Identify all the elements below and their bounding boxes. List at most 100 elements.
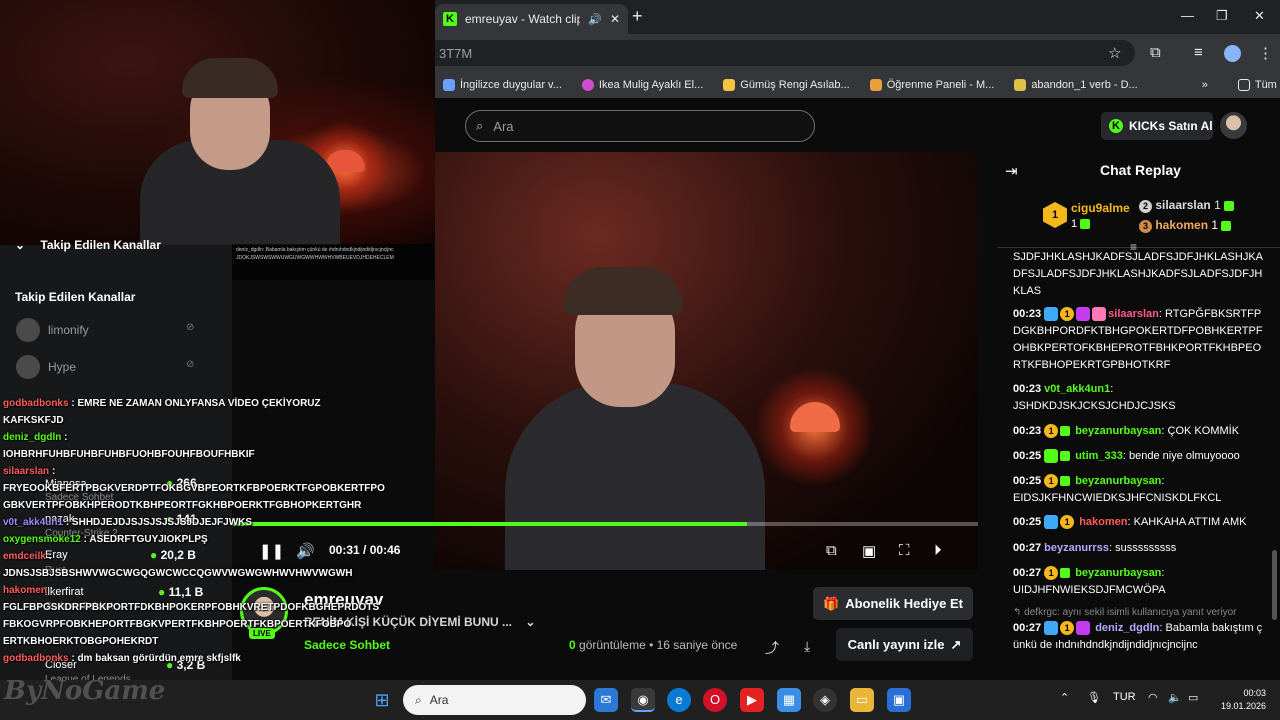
overlay-chat-line: ERTKBHOERKTOBGPOHEKRDT <box>3 636 158 647</box>
gift-sub-icon <box>1060 476 1071 487</box>
share-icon[interactable]: ⤴ <box>765 638 779 658</box>
leader-name[interactable]: cigu9alme <box>1071 201 1130 215</box>
clock[interactable]: 00:03 19.01.2026 <box>1216 687 1266 713</box>
new-tab-icon[interactable]: + <box>632 6 643 27</box>
chat-username[interactable]: silaarslan <box>1108 308 1159 320</box>
battery-icon[interactable]: ▭ <box>1188 691 1198 704</box>
kick-favicon-icon: K <box>443 12 457 26</box>
bookmark-item[interactable]: abandon_1 verb - D... <box>1014 79 1138 91</box>
bookmark-item[interactable]: Öğrenme Paneli - M... <box>869 79 994 91</box>
overlay-chat-text: ERTKBHOERKTOBGPOHEKRDT <box>3 636 159 647</box>
chat-message: 00:25 1 beyzanurbaysan: EIDSJKFHNCWIEDKSJ… <box>1013 474 1222 504</box>
divider <box>997 247 1280 248</box>
chat-username[interactable]: hakomen <box>1079 516 1127 528</box>
streamer-hair <box>182 58 278 98</box>
extensions-icon[interactable]: ⧉ <box>1150 44 1161 61</box>
wifi-icon[interactable]: ◠ <box>1148 691 1158 704</box>
chat-scrollbar[interactable] <box>1272 550 1277 620</box>
chat-username[interactable]: utim_333 <box>1075 450 1123 462</box>
file-explorer-icon[interactable]: ▭ <box>850 688 874 712</box>
speaker-icon[interactable]: 🔊 <box>588 13 602 26</box>
video-player[interactable] <box>435 152 978 570</box>
overlay-chat-line: JDNSJSBJSBSHWVWGCWGQGWCWCCQGWVWGWGWHWVHW… <box>3 568 352 579</box>
category-link[interactable]: Sadece Sohbet <box>304 638 390 652</box>
overlay-chat-line: KAFKSKFJD <box>3 415 64 426</box>
bookmark-item[interactable]: İngilizce duygular v... <box>443 79 562 91</box>
bookmark-star-icon[interactable]: ☆ <box>1108 44 1121 62</box>
overlay-chat-line: oxygensmoke12 : ASEDRFTGUYJIOKPLPŞ <box>3 534 208 545</box>
bookmark-item[interactable]: Gümüş Rengi Asılab... <box>723 79 850 91</box>
volume-icon[interactable]: 🔈 <box>1168 691 1182 704</box>
pip-icon[interactable]: ⧉ <box>826 542 837 559</box>
overlay-chat-text: JDNSJSBJSBSHWVWGCWGQGWCWCCQGWVWGWGWHWVHW… <box>3 568 353 579</box>
folder-icon <box>1237 79 1250 91</box>
media-control-icon[interactable]: ≡ <box>1194 44 1203 61</box>
app-icon[interactable]: ▣ <box>887 688 911 712</box>
user-avatar[interactable] <box>1220 112 1247 139</box>
rank-3-badge: 3 <box>1139 220 1152 233</box>
microphone-icon[interactable]: 🎙 <box>1087 691 1101 704</box>
windows-start-icon[interactable]: ⊞ <box>370 688 394 712</box>
overlay-chat-username: godbadbonks <box>3 653 69 664</box>
playback-speed-icon[interactable]: ⏵ <box>934 542 942 559</box>
chrome-icon[interactable]: ◉ <box>631 688 655 712</box>
tray-chevron-icon[interactable]: ⌃ <box>1060 691 1069 704</box>
overlay-chat-username: v0t_akk4un1 <box>3 517 64 528</box>
overlay-chat-text: : <box>49 585 54 596</box>
pause-icon[interactable]: ❚❚ <box>259 542 284 560</box>
search-input[interactable]: ⌕ Ara <box>465 110 815 142</box>
address-bar[interactable]: 3T7M <box>435 40 1135 66</box>
verified-icon <box>1044 515 1059 530</box>
chat-username[interactable]: v0t_akk4un1 <box>1044 383 1110 395</box>
chat-username[interactable]: beyzanurbaysan <box>1075 425 1161 437</box>
tab-title: emreuyav - Watch clips on K <box>465 12 581 26</box>
store-icon[interactable]: ▦ <box>777 688 801 712</box>
sidebar-collapsed-heading[interactable]: ⌄ Takip Edilen Kanallar <box>15 238 161 252</box>
chat-username[interactable]: beyzanurbaysan <box>1075 567 1161 579</box>
offline-icon: ⊘ <box>186 322 195 333</box>
window-close-icon[interactable]: ✕ <box>1254 8 1265 24</box>
chat-username[interactable]: beyzanurbaysan <box>1075 475 1161 487</box>
overlay-chat-line: FBKOGVRPFOBKHEPORTFBGKVPERTFKBHPOERTFKBP… <box>3 619 351 630</box>
chat-username[interactable]: deniz_dgdln <box>1095 622 1159 634</box>
sub-badge-icon: 1 <box>1060 621 1075 636</box>
overlay-chat-text: : ASEDRFTGUYJIOKPLPŞ <box>83 534 208 545</box>
sidebar-item-hype[interactable]: Hype <box>16 355 76 379</box>
mail-icon[interactable]: ✉ <box>594 688 618 712</box>
gift-sub-icon <box>1092 307 1107 322</box>
progress-fill <box>232 522 747 526</box>
chat-username[interactable]: beyzanurrss <box>1044 542 1109 554</box>
fullscreen-icon[interactable]: ⛶ <box>899 542 910 559</box>
all-bookmarks-folder[interactable]: Tüm Yer İşaretleri <box>1237 79 1280 91</box>
menu-dots-icon[interactable]: ⋮ <box>1258 44 1273 62</box>
overlay-chat-line: hakomen : <box>3 585 53 596</box>
opera-icon[interactable]: O <box>703 688 727 712</box>
edge-icon[interactable]: e <box>667 688 691 712</box>
taskbar-search[interactable]: ⌕ Ara <box>403 685 586 715</box>
download-icon[interactable]: ⤓ <box>804 638 810 655</box>
gift-icon: 🎁 <box>823 595 840 611</box>
chat-message: SJDFJHKLASHJKADFSJLADFSJDFJHKLASHJKADFSJ… <box>1013 251 1263 297</box>
minimize-icon[interactable]: — <box>1181 8 1194 23</box>
browser-tab[interactable]: K emreuyav - Watch clips on K 🔊 ✕ <box>435 4 628 34</box>
sidebar-heading: Takip Edilen Kanallar <box>15 290 136 304</box>
sidebar-item-limonify[interactable]: limonify <box>16 318 89 342</box>
maximize-icon[interactable]: ❐ <box>1216 8 1228 24</box>
chat-message: 00:27 1 deniz_dgdln: Babamla bakıştım çün… <box>1013 621 1263 651</box>
watch-live-button[interactable]: Canlı yayını izle ↗ <box>836 628 973 661</box>
tab-close-icon[interactable]: ✕ <box>610 12 620 26</box>
bookmarks-more[interactable]: » <box>1202 79 1208 91</box>
rank-2-badge: 2 <box>1139 200 1152 213</box>
sub-badge-icon: 1 <box>1060 515 1075 530</box>
input-language[interactable]: TUR <box>1113 691 1136 703</box>
theater-icon[interactable]: ▣ <box>862 542 876 560</box>
app-icon[interactable]: ◈ <box>813 688 837 712</box>
chevron-down-icon[interactable]: ⌄ <box>525 615 535 629</box>
profile-icon[interactable] <box>1224 45 1241 62</box>
buy-kicks-button[interactable]: K KICKs Satın Al <box>1101 112 1213 140</box>
collapse-chat-icon[interactable]: ⇥ <box>1005 162 1018 180</box>
volume-icon[interactable]: 🔊 <box>296 542 315 560</box>
gift-sub-button[interactable]: 🎁 Abonelik Hediye Et <box>813 587 973 620</box>
youtube-icon[interactable]: ▶ <box>740 688 764 712</box>
bookmark-item[interactable]: Ikea Mulig Ayaklı El... <box>581 79 703 91</box>
